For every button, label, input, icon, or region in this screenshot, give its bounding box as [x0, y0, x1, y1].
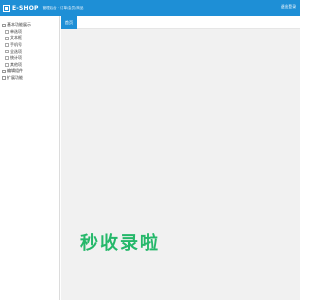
sidebar-item-label: 文本框	[9, 35, 22, 41]
content-area: 首页	[61, 16, 300, 300]
sidebar: 基本功能展示 单选项 文本框 手机号 全选项 统计项 其他项 编辑组件 扩展功能	[0, 16, 60, 300]
checkbox-icon[interactable]	[5, 49, 9, 54]
sidebar-item-label: 扩展功能	[6, 75, 23, 81]
sidebar-item-radio[interactable]: 单选项	[0, 29, 59, 36]
top-bar: E-SHOP 管理后台 · 订单/会员/商品 退出登录	[0, 0, 300, 16]
watermark-text: 秒收录啦	[80, 233, 160, 254]
sidebar-item-label: 单选项	[9, 28, 22, 34]
checkbox-icon[interactable]	[5, 56, 9, 61]
sidebar-item-label: 编辑组件	[6, 68, 23, 74]
checkbox-icon[interactable]	[5, 36, 9, 41]
checkbox-icon[interactable]	[2, 23, 6, 28]
checkbox-icon[interactable]	[2, 76, 6, 80]
sidebar-item-label: 统计项	[9, 55, 22, 61]
checkbox-icon[interactable]	[5, 43, 9, 47]
tab-home[interactable]: 首页	[61, 16, 77, 29]
checkbox-icon[interactable]	[5, 63, 9, 67]
sidebar-item-extensions[interactable]: 扩展功能	[0, 75, 59, 82]
sidebar-item-phone[interactable]: 手机号	[0, 42, 59, 49]
brand-subtitle: 管理后台 · 订单/会员/商品	[42, 5, 84, 10]
sidebar-item-label: 基本功能展示	[6, 22, 31, 28]
sidebar-item-editor[interactable]: 编辑组件	[0, 68, 59, 75]
sidebar-tree: 基本功能展示 单选项 文本框 手机号 全选项 统计项 其他项 编辑组件 扩展功能	[0, 16, 59, 81]
sidebar-item-stats[interactable]: 统计项	[0, 55, 59, 62]
brand[interactable]: E-SHOP 管理后台 · 订单/会员/商品	[0, 0, 83, 16]
sidebar-item-select-all[interactable]: 全选项	[0, 48, 59, 55]
tab-strip: 首页	[61, 16, 300, 29]
sidebar-item-label: 手机号	[9, 42, 22, 48]
logo-icon	[3, 4, 10, 12]
sidebar-item-label: 其他项	[9, 61, 22, 67]
logo-text: E-SHOP	[12, 4, 39, 12]
sidebar-item-label: 全选项	[9, 48, 22, 54]
sidebar-item-basic[interactable]: 基本功能展示	[0, 22, 59, 29]
logout-link[interactable]: 退出登录	[281, 4, 296, 10]
sidebar-item-textbox[interactable]: 文本框	[0, 35, 59, 42]
checkbox-icon[interactable]	[5, 30, 9, 34]
checkbox-icon[interactable]	[2, 69, 6, 74]
